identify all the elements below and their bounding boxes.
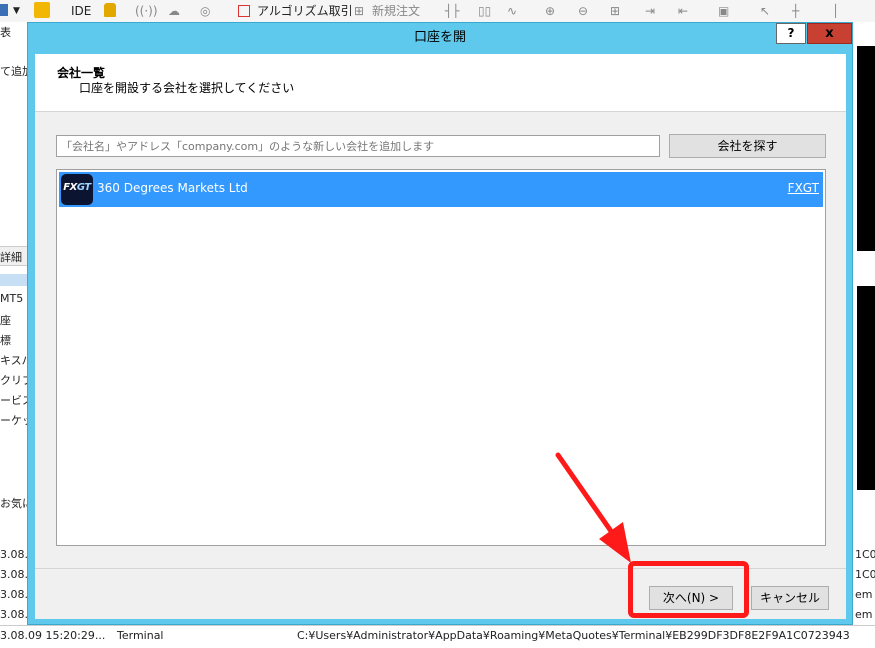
journal-time: 3.08.09 15:20:29... bbox=[0, 629, 106, 642]
cancel-button[interactable]: キャンセル bbox=[751, 586, 829, 610]
algo-trading-button[interactable]: アルゴリズム取引 bbox=[257, 2, 353, 20]
company-list[interactable]: FXGT 360 Degrees Markets Ltd FXGT bbox=[56, 169, 826, 546]
journal-message: C:¥Users¥Administrator¥AppData¥Roaming¥M… bbox=[297, 629, 850, 642]
nav-item[interactable]: 座 bbox=[0, 312, 11, 328]
chart-area-bottom bbox=[857, 286, 875, 490]
selected-nav-row[interactable] bbox=[0, 274, 28, 286]
open-account-dialog: 口座を開 ? x 会社一覧 口座を開設する会社を選択してください 会社を探す F… bbox=[27, 22, 853, 625]
log-date: 3.08.0 bbox=[0, 588, 28, 601]
company-name: 360 Degrees Markets Ltd bbox=[97, 181, 248, 195]
journal-source: Terminal bbox=[117, 629, 164, 642]
bar-chart-icon[interactable]: ┤├ bbox=[445, 2, 459, 20]
vps-icon[interactable]: ◎ bbox=[200, 2, 210, 20]
dialog-header: 会社一覧 口座を開設する会社を選択してください bbox=[35, 54, 846, 112]
new-order-icon[interactable]: ⊞ bbox=[354, 2, 364, 20]
close-button[interactable]: x bbox=[807, 23, 852, 44]
autoscroll-icon[interactable]: ⇥ bbox=[645, 2, 655, 20]
candle-chart-icon[interactable]: ▯▯ bbox=[478, 2, 491, 20]
lock-icon[interactable] bbox=[104, 3, 116, 17]
crosshair-icon[interactable]: ┼ bbox=[792, 2, 799, 20]
log-date: 3.08.0 bbox=[0, 568, 28, 581]
log-date: 3.08.0 bbox=[0, 548, 28, 561]
navigator-label: 表 bbox=[0, 26, 11, 39]
header-subtitle: 口座を開設する会社を選択してください bbox=[79, 81, 295, 95]
dialog-body: 会社一覧 口座を開設する会社を選択してください 会社を探す FXGT 360 D… bbox=[35, 54, 846, 619]
company-link[interactable]: FXGT bbox=[788, 181, 819, 195]
journal-row[interactable]: 3.08.09 15:20:29... Terminal C:¥Users¥Ad… bbox=[0, 625, 875, 648]
nav-item[interactable]: MT5 bbox=[0, 292, 23, 305]
nav-item[interactable]: キスパ bbox=[0, 352, 28, 368]
help-button[interactable]: ? bbox=[776, 23, 806, 44]
line-chart-icon[interactable]: ∿ bbox=[507, 2, 517, 20]
navigator-pane: 表 て追加 詳細 MT5 座 標 キスパ クリプト ービス ーケット お気に 3… bbox=[0, 22, 28, 647]
zoom-in-icon[interactable]: ⊕ bbox=[545, 2, 555, 20]
favorites-tab[interactable]: お気に bbox=[0, 495, 28, 511]
main-toolbar: ▼ IDE ((·)) ☁ ◎ アルゴリズム取引 ⊞ 新規注文 ┤├ ▯▯ ∿ … bbox=[0, 0, 875, 23]
ide-button[interactable]: IDE bbox=[71, 2, 91, 20]
add-account-text: て追加 bbox=[0, 65, 28, 78]
log-date: 3.08.0 bbox=[0, 608, 28, 621]
grid-icon[interactable]: ⊞ bbox=[610, 2, 620, 20]
nav-item[interactable]: ービス bbox=[0, 392, 28, 408]
chart-area-top bbox=[857, 46, 875, 251]
company-row[interactable]: FXGT 360 Degrees Markets Ltd FXGT bbox=[59, 172, 823, 207]
nav-item[interactable]: 標 bbox=[0, 332, 11, 348]
cloud-icon[interactable]: ☁ bbox=[168, 2, 180, 20]
details-header: 詳細 bbox=[0, 246, 28, 266]
log-suffix: em bbox=[855, 608, 873, 621]
nav-item[interactable]: ーケット bbox=[0, 412, 28, 428]
new-order-button[interactable]: 新規注文 bbox=[372, 2, 420, 20]
log-suffix: 1C0 bbox=[855, 548, 875, 561]
algo-trading-icon[interactable] bbox=[238, 5, 250, 17]
fxgt-logo: FXGT bbox=[61, 174, 93, 205]
nav-item[interactable]: クリプト bbox=[0, 372, 28, 388]
log-suffix: 1C0 bbox=[855, 568, 875, 581]
annotation-highlight-box bbox=[628, 561, 749, 618]
dollar-icon[interactable] bbox=[34, 2, 50, 18]
vertical-line-icon[interactable]: │ bbox=[832, 2, 839, 20]
screenshot-icon[interactable]: ▣ bbox=[718, 2, 729, 20]
dropdown-arrow-icon[interactable]: ▼ bbox=[13, 2, 20, 20]
cursor-icon[interactable]: ↖ bbox=[760, 2, 770, 20]
company-search-input[interactable] bbox=[56, 135, 660, 157]
dialog-title: 口座を開 bbox=[413, 30, 466, 45]
find-company-button[interactable]: 会社を探す bbox=[669, 134, 826, 158]
signal-icon[interactable]: ((·)) bbox=[135, 2, 158, 20]
chart-shift-icon[interactable]: ⇤ bbox=[678, 2, 688, 20]
zoom-out-icon[interactable]: ⊖ bbox=[578, 2, 588, 20]
log-suffix: em bbox=[855, 588, 873, 601]
chart-icon[interactable] bbox=[0, 4, 8, 16]
